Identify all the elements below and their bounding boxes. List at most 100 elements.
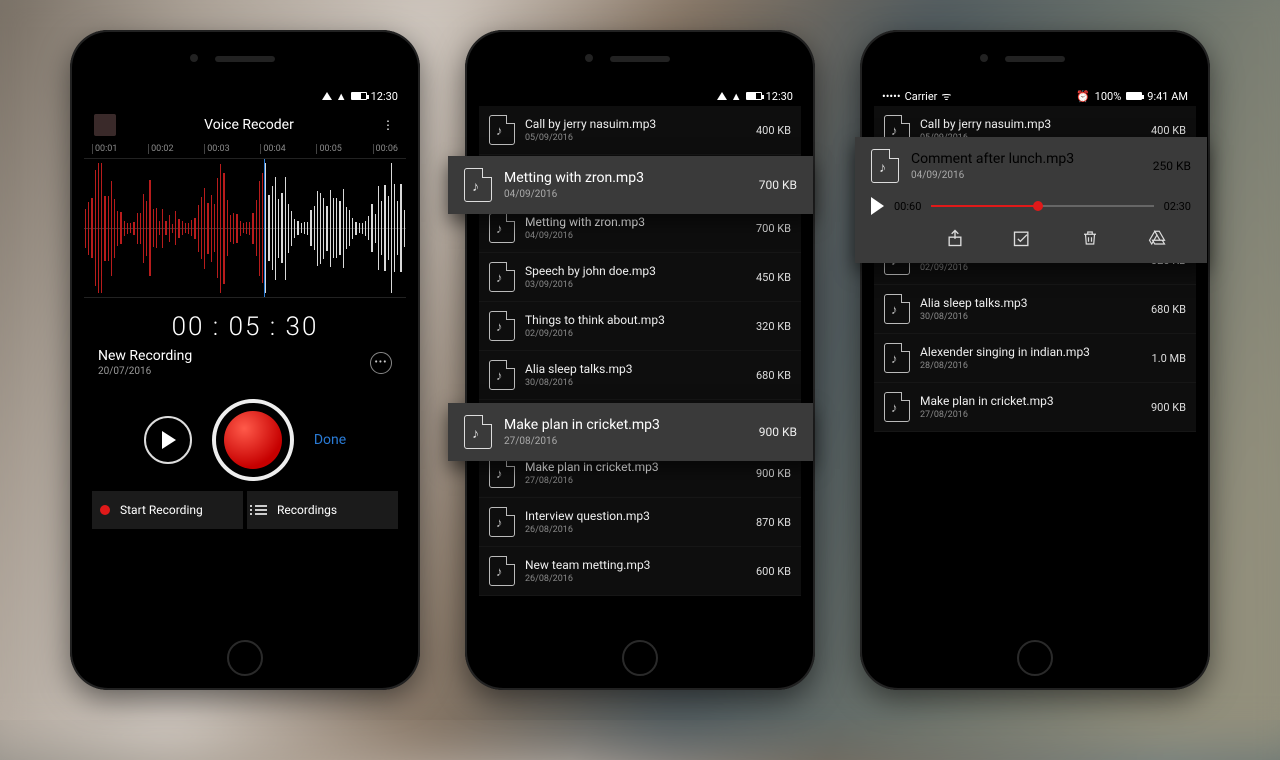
clock: 12:30	[766, 90, 793, 103]
file-date: 28/08/2016	[920, 361, 1142, 371]
file-size: 900 KB	[759, 425, 797, 439]
file-name: Speech by john doe.mp3	[525, 264, 746, 278]
file-row[interactable]: Call by jerry nasuim.mp305/09/2016400 KB	[479, 106, 801, 155]
player-duration: 02:30	[1164, 200, 1191, 213]
record-icon	[224, 411, 282, 469]
carrier-dots-icon: •••••	[882, 90, 901, 103]
music-file-icon	[489, 262, 515, 292]
music-file-icon	[871, 149, 899, 183]
file-row[interactable]: Speech by john doe.mp3 03/09/2016 450 KB	[479, 253, 801, 302]
drive-icon[interactable]	[1146, 227, 1168, 249]
music-file-icon	[489, 311, 515, 341]
clock: 9:41 AM	[1147, 90, 1188, 103]
file-size: 450 KB	[756, 271, 791, 284]
playhead[interactable]	[264, 159, 265, 298]
signal-icon	[717, 92, 727, 100]
file-name: New team metting.mp3	[525, 558, 746, 572]
file-row[interactable]: Make plan in cricket.mp3 27/08/2016 900 KB	[874, 383, 1196, 432]
music-file-icon	[884, 343, 910, 373]
file-name: Things to think about.mp3	[525, 313, 746, 327]
file-date: 26/08/2016	[525, 525, 746, 535]
record-dot-icon	[100, 505, 110, 515]
play-icon	[162, 431, 176, 449]
file-name: Make plan in cricket.mp3	[504, 417, 747, 433]
more-options-icon[interactable]: •••	[370, 352, 392, 374]
signal-icon	[322, 92, 332, 100]
file-date: 04/09/2016	[504, 189, 747, 200]
file-name: Metting with zron.mp3	[504, 170, 747, 186]
seek-bar[interactable]	[931, 205, 1153, 207]
carrier-label: Carrier	[905, 90, 938, 103]
trash-icon[interactable]	[1079, 227, 1101, 249]
music-file-icon	[884, 294, 910, 324]
file-size: 700 KB	[756, 222, 791, 235]
file-name: Make plan in cricket.mp3	[525, 460, 746, 474]
clock: 12:30	[371, 90, 398, 103]
record-button[interactable]	[212, 399, 294, 481]
wifi-icon: ᯤ	[941, 89, 951, 104]
file-row[interactable]: Alia sleep talks.mp330/08/2016680 KB	[874, 285, 1196, 334]
file-name: Metting with zron.mp3	[525, 215, 746, 229]
waveform[interactable]	[84, 158, 406, 298]
file-date: 04/09/2016	[525, 231, 746, 241]
file-name: Alia sleep talks.mp3	[920, 296, 1141, 310]
player-position: 00:60	[894, 200, 921, 213]
file-row[interactable]: New team metting.mp326/08/2016600 KB	[479, 547, 801, 596]
file-size: 870 KB	[756, 516, 791, 529]
battery-icon	[746, 92, 762, 100]
file-date: 02/09/2016	[920, 263, 1141, 273]
start-recording-button[interactable]: Start Recording	[92, 491, 243, 529]
file-size: 1.0 MB	[1152, 352, 1186, 365]
start-recording-label: Start Recording	[120, 503, 203, 517]
play-icon[interactable]	[871, 197, 884, 215]
file-row[interactable]: Interview question.mp326/08/2016870 KB	[479, 498, 801, 547]
player-file-size: 250 KB	[1153, 159, 1191, 173]
file-row-highlight[interactable]: Metting with zron.mp3 04/09/2016 700 KB	[448, 156, 813, 214]
alarm-icon: ⏰	[1076, 90, 1090, 103]
file-size: 680 KB	[1151, 303, 1186, 316]
recordings-button[interactable]: Recordings	[247, 491, 398, 529]
player-file-date: 04/09/2016	[911, 170, 1141, 181]
status-bar: ▲ 12:30	[84, 86, 406, 106]
battery-icon	[351, 92, 367, 100]
time-ruler: 00:0100:0200:0300:0400:0500:06	[84, 142, 406, 154]
file-name: Make plan in cricket.mp3	[920, 394, 1141, 408]
file-row-highlight[interactable]: Make plan in cricket.mp3 27/08/2016 900 …	[448, 403, 813, 461]
check-icon[interactable]	[1011, 227, 1033, 249]
wifi-icon: ▲	[336, 90, 347, 103]
file-date: 26/08/2016	[525, 574, 746, 584]
file-date: 03/09/2016	[525, 280, 746, 290]
play-button[interactable]	[144, 416, 192, 464]
player-file-name: Comment after lunch.mp3	[911, 151, 1141, 167]
file-date: 05/09/2016	[525, 133, 746, 143]
overflow-menu-icon[interactable]: ⋮	[382, 118, 396, 132]
music-file-icon	[464, 168, 492, 202]
app-title: Voice Recoder	[204, 117, 294, 133]
done-button[interactable]: Done	[314, 432, 346, 448]
file-size: 320 KB	[756, 320, 791, 333]
file-size: 700 KB	[759, 178, 797, 192]
list-icon	[255, 505, 267, 515]
recordings-label: Recordings	[277, 503, 337, 517]
file-date: 02/09/2016	[525, 329, 746, 339]
recording-name: New Recording	[98, 348, 192, 364]
battery-icon	[1126, 92, 1142, 100]
music-file-icon	[464, 415, 492, 449]
music-file-icon	[489, 360, 515, 390]
file-row[interactable]: Things to think about.mp3 02/09/2016 320 K…	[479, 302, 801, 351]
timer-display: 00 : 05 : 30	[84, 312, 406, 342]
file-size: 900 KB	[1151, 401, 1186, 414]
file-name: Alexender singing in indian.mp3	[920, 345, 1142, 359]
seek-knob[interactable]	[1033, 201, 1043, 211]
file-date: 27/08/2016	[920, 410, 1141, 420]
file-name: Call by jerry nasuim.mp3	[920, 117, 1141, 131]
app-thumbnail[interactable]	[94, 114, 116, 136]
file-row[interactable]: Alia sleep talks.mp330/08/2016680 KB	[479, 351, 801, 400]
share-icon[interactable]	[944, 227, 966, 249]
file-size: 680 KB	[756, 369, 791, 382]
file-row[interactable]: Alexender singing in indian.mp3 28/08/201…	[874, 334, 1196, 383]
music-file-icon	[489, 556, 515, 586]
status-bar: ▲ 12:30	[479, 86, 801, 106]
music-file-icon	[884, 392, 910, 422]
music-file-icon	[489, 507, 515, 537]
